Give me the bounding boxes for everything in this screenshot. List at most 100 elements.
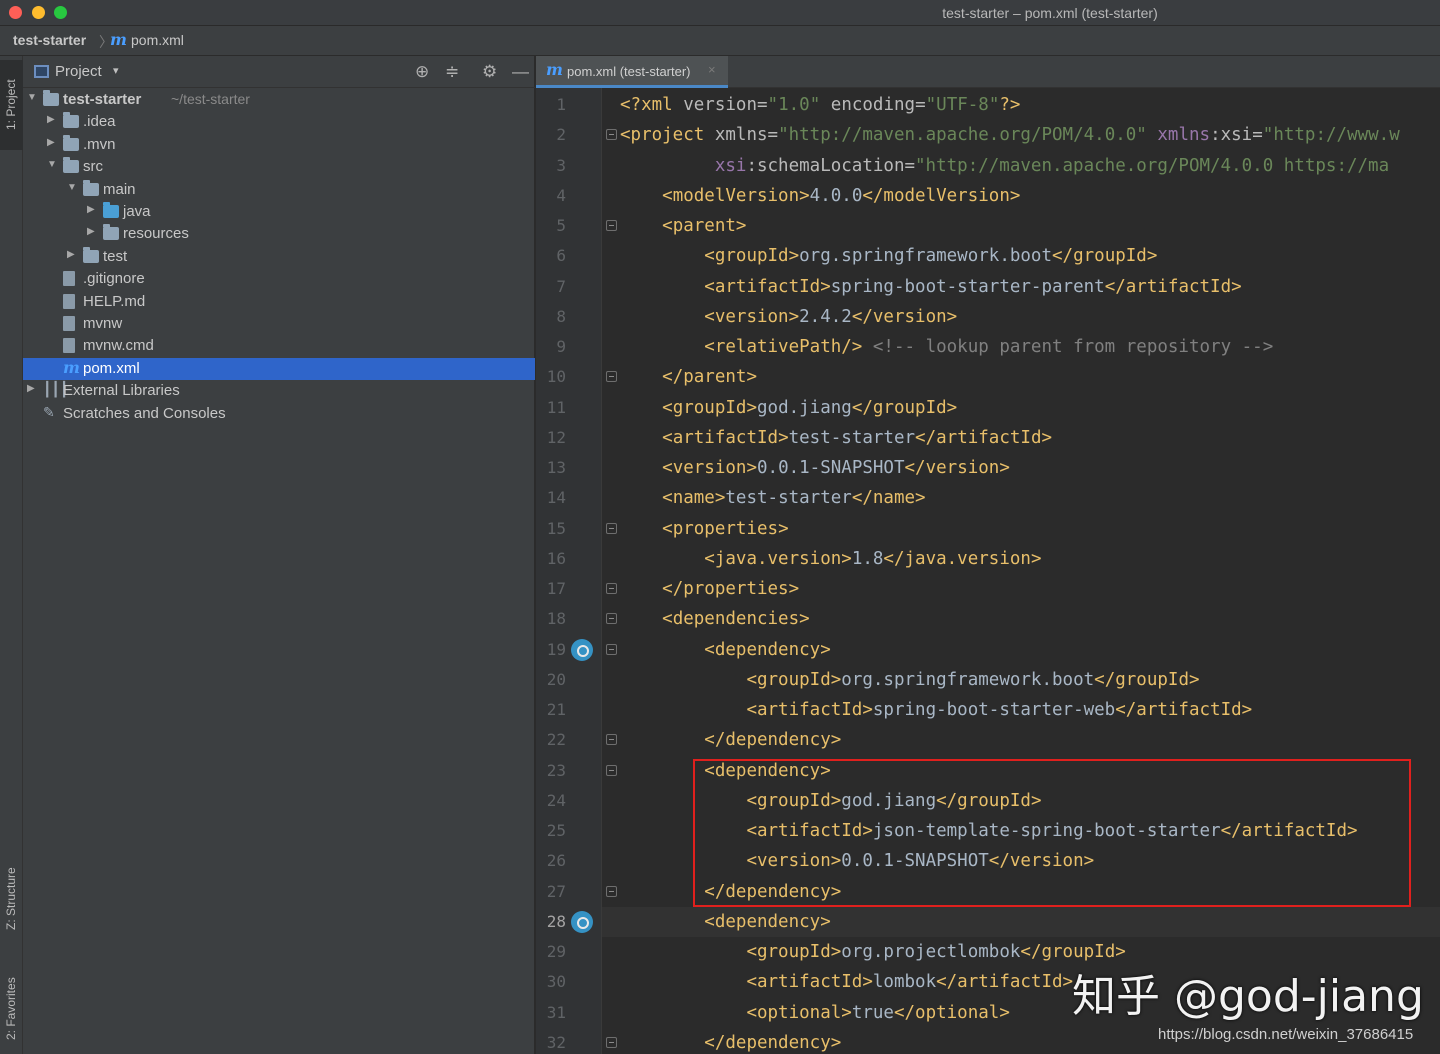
code-line: <dependency>: [704, 639, 831, 660]
collapse-all-icon[interactable]: ≑: [445, 62, 459, 82]
scratches-icon: ✎: [43, 403, 55, 420]
tree-item-label: .mvn: [83, 135, 116, 153]
line-number: 26: [546, 851, 566, 871]
code-line: <version>0.0.1-SNAPSHOT</version>: [662, 458, 1010, 478]
script-file-icon: [63, 316, 75, 331]
code-line: <groupId>org.springframework.boot</group…: [704, 246, 1158, 267]
code-line: <dependency>: [704, 911, 831, 932]
line-number: 31: [546, 1002, 566, 1022]
line-number: 5: [556, 216, 566, 235]
tree-item[interactable]: ▶ ┃┃┃ External Libraries: [23, 380, 535, 402]
code-line: <modelVersion>4.0.0</modelVersion>: [662, 185, 1021, 206]
code-line: <version>0.0.1-SNAPSHOT</version>: [746, 851, 1095, 872]
code-area[interactable]: <?xml version="1.0" encoding="UTF-8"?> <p…: [602, 88, 1440, 1054]
code-line: <relativePath/> <!-- lookup parent from …: [704, 337, 1274, 357]
tree-item[interactable]: ✎ Scratches and Consoles: [23, 403, 535, 425]
tree-item-label: mvnw: [83, 315, 123, 332]
breadcrumb-file[interactable]: pom.xml: [131, 32, 184, 48]
tree-item[interactable]: ▶ resources: [23, 223, 535, 245]
tree-item-label: resources: [123, 225, 189, 243]
chevron-right-icon[interactable]: ▶: [47, 114, 55, 125]
tree-item-label: Scratches and Consoles: [63, 404, 226, 422]
line-number: 12: [546, 427, 566, 447]
line-number: 18: [546, 609, 566, 629]
line-number: 13: [546, 458, 566, 477]
tree-item-label: .idea: [83, 113, 116, 131]
folder-icon: [63, 134, 79, 151]
structure-tool-tab[interactable]: Z: Structure: [0, 851, 23, 946]
line-number: 32: [546, 1032, 566, 1052]
breadcrumb-project[interactable]: test-starter: [13, 32, 86, 48]
code-line: <version>2.4.2</version>: [704, 306, 958, 327]
file-icon: [63, 338, 75, 354]
code-line: <groupId>god.jiang</groupId>: [746, 790, 1042, 811]
hide-panel-icon[interactable]: —: [512, 62, 529, 82]
watermark: 知乎 @god-jiang: [1072, 971, 1424, 1022]
chevron-right-icon[interactable]: ▶: [47, 137, 55, 148]
tree-item[interactable]: ▶ .mvn: [23, 134, 535, 156]
line-number: 10: [546, 367, 566, 387]
folder-icon: [63, 112, 79, 129]
source-folder-icon: [103, 202, 119, 218]
tree-item[interactable]: .gitignore: [23, 268, 535, 290]
tree-item[interactable]: ▼ src: [23, 156, 535, 178]
code-line: </dependency>: [704, 881, 842, 902]
code-line: <groupId>org.springframework.boot</group…: [746, 669, 1200, 690]
chevron-down-icon[interactable]: ▼: [67, 182, 77, 193]
code-line: <artifactId>spring-boot-starter-web</art…: [746, 700, 1253, 720]
line-number: 6: [556, 246, 566, 266]
tree-item[interactable]: m pom.xml: [23, 357, 535, 380]
chevron-right-icon[interactable]: ▶: [87, 226, 95, 237]
tab-label: pom.xml (test-starter): [567, 64, 691, 79]
tree-item-label: pom.xml: [83, 359, 140, 377]
code-line: <parent>: [662, 216, 747, 236]
tree-item[interactable]: ▼ test-starter ~/test-starter: [23, 89, 535, 111]
line-number: 29: [546, 942, 566, 961]
line-number: 28: [546, 911, 566, 931]
tree-item[interactable]: HELP.md: [23, 291, 535, 313]
editor: m pom.xml (test-starter) × 1 2 3 4 5 6 7 8 9 10 11…: [536, 56, 1440, 1054]
line-number: 24: [546, 790, 566, 810]
project-view-selector[interactable]: Project: [55, 63, 102, 80]
chevron-down-icon[interactable]: ▼: [47, 159, 57, 170]
chevron-down-icon[interactable]: ▾: [113, 64, 119, 77]
line-number: 19: [546, 639, 566, 659]
tree-item-label: test: [103, 247, 128, 265]
tree-item[interactable]: ▶ java: [23, 201, 535, 223]
tree-item-label: java: [123, 203, 151, 220]
locate-icon[interactable]: ⊕: [415, 62, 429, 82]
tree-item[interactable]: ▶ .idea: [23, 111, 535, 133]
maven-dependency-icon[interactable]: [571, 638, 593, 661]
folder-icon: [83, 246, 99, 263]
project-panel: Project ▾ ⊕ ≑ ⚙ — ▼ test-starter ~/test-st…: [23, 56, 535, 1054]
tree-item[interactable]: ▼ main: [23, 179, 535, 201]
code-line: xsi:schemaLocation="http://maven.apache.…: [714, 155, 1390, 176]
window-title: test-starter – pom.xml (test-starter): [942, 5, 1158, 21]
tree-item[interactable]: ▶ test: [23, 246, 535, 268]
tree-item-label: main: [103, 180, 136, 198]
code-line: <artifactId>json-template-spring-boot-st…: [746, 821, 1358, 841]
line-number: 1: [556, 95, 566, 114]
line-number: 22: [546, 730, 566, 750]
maven-dependency-icon[interactable]: [571, 910, 593, 933]
tab-pom-xml[interactable]: m pom.xml (test-starter) ×: [536, 56, 728, 88]
code-line: <properties>: [662, 518, 789, 539]
chevron-right-icon[interactable]: ▶: [67, 249, 75, 260]
line-number: 20: [546, 669, 566, 689]
line-number: 17: [546, 579, 566, 598]
line-number: 9: [556, 337, 566, 356]
line-number: 2: [556, 125, 566, 145]
code-line: <name>test-starter</name>: [662, 488, 926, 509]
folder-icon: [83, 179, 99, 196]
close-icon[interactable]: ×: [708, 62, 716, 77]
chevron-down-icon[interactable]: ▼: [27, 92, 37, 103]
project-tool-tab[interactable]: 1: Project: [0, 60, 23, 150]
chevron-right-icon[interactable]: ▶: [87, 204, 95, 215]
tree-item[interactable]: mvnw: [23, 313, 535, 335]
gear-icon[interactable]: ⚙: [482, 62, 497, 82]
code-line: </dependency>: [704, 1032, 842, 1053]
tree-item[interactable]: mvnw.cmd: [23, 335, 535, 357]
line-number: 30: [546, 972, 566, 992]
favorites-tool-tab[interactable]: 2: Favorites: [0, 964, 23, 1054]
chevron-right-icon[interactable]: ▶: [27, 383, 35, 394]
